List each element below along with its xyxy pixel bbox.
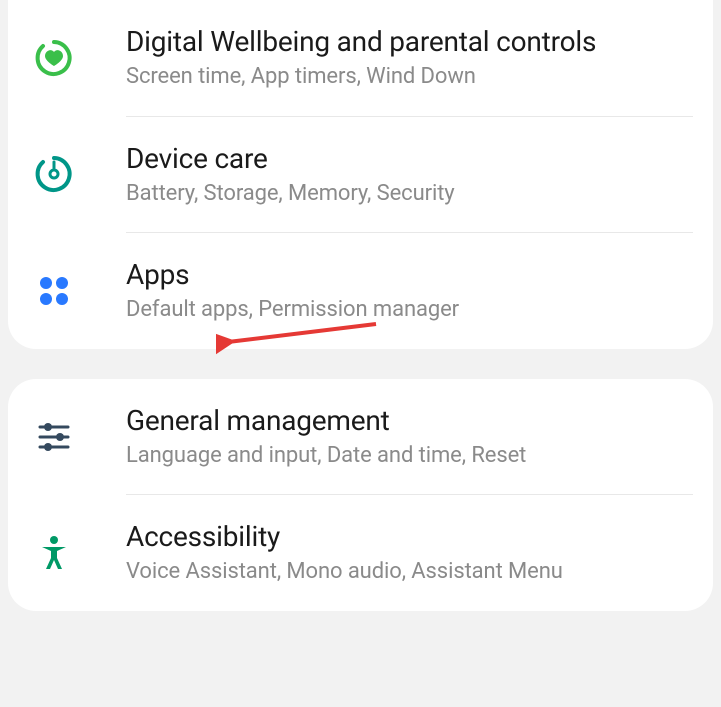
settings-item-subtitle: Voice Assistant, Mono audio, Assistant M… bbox=[126, 558, 693, 587]
settings-item-digital-wellbeing[interactable]: Digital Wellbeing and parental controls … bbox=[8, 0, 713, 116]
settings-item-subtitle: Default apps, Permission manager bbox=[126, 296, 693, 325]
apps-icon bbox=[32, 269, 76, 313]
settings-item-title: General management bbox=[126, 403, 693, 438]
settings-item-subtitle: Language and input, Date and time, Reset bbox=[126, 442, 693, 471]
settings-item-general-management[interactable]: General management Language and input, D… bbox=[8, 379, 713, 495]
device-care-icon bbox=[32, 152, 76, 196]
accessibility-icon bbox=[32, 531, 76, 575]
settings-item-apps[interactable]: Apps Default apps, Permission manager bbox=[8, 233, 713, 349]
settings-item-subtitle: Battery, Storage, Memory, Security bbox=[126, 180, 693, 209]
settings-group-1: Digital Wellbeing and parental controls … bbox=[8, 0, 713, 349]
settings-item-device-care[interactable]: Device care Battery, Storage, Memory, Se… bbox=[8, 117, 713, 233]
settings-item-subtitle: Screen time, App timers, Wind Down bbox=[126, 63, 693, 92]
settings-item-accessibility[interactable]: Accessibility Voice Assistant, Mono audi… bbox=[8, 495, 713, 611]
wellbeing-icon bbox=[32, 36, 76, 80]
settings-item-title: Digital Wellbeing and parental controls bbox=[126, 24, 693, 59]
settings-item-title: Device care bbox=[126, 141, 693, 176]
settings-item-title: Accessibility bbox=[126, 519, 693, 554]
sliders-icon bbox=[32, 415, 76, 459]
settings-group-2: General management Language and input, D… bbox=[8, 379, 713, 611]
settings-item-title: Apps bbox=[126, 257, 693, 292]
